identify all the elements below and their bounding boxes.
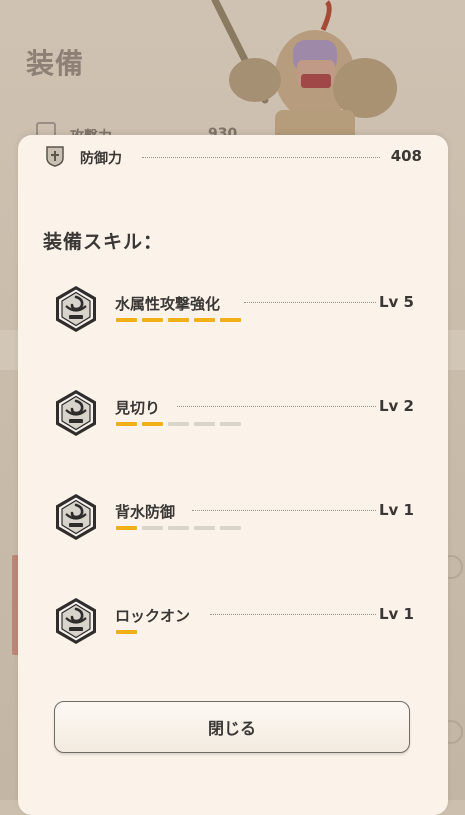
skill-name: 水属性攻撃強化 <box>115 295 221 313</box>
level-segment-filled <box>116 526 137 530</box>
level-segment-filled <box>142 422 163 426</box>
skill-emblem-icon <box>56 598 96 644</box>
skill-level: Lv 2 <box>379 397 414 415</box>
skill-row: 見切り Lv 2 <box>52 389 414 449</box>
level-segment-filled <box>116 318 137 322</box>
level-segment-filled <box>142 318 163 322</box>
level-segment-empty <box>220 526 241 530</box>
skill-level-bar <box>116 318 246 322</box>
skill-name: 見切り <box>115 399 161 417</box>
level-segment-empty <box>142 526 163 530</box>
dotted-leader <box>210 614 376 615</box>
background-title: 装備 <box>26 47 85 80</box>
dotted-leader <box>244 302 376 303</box>
skill-emblem-icon <box>56 286 96 332</box>
level-segment-filled <box>116 630 137 634</box>
skill-name: 背水防御 <box>115 503 176 521</box>
close-button[interactable]: 閉じる <box>54 701 410 753</box>
dotted-leader <box>142 157 380 158</box>
skill-row: 水属性攻撃強化 Lv 5 <box>52 285 414 345</box>
defense-value: 408 <box>390 147 422 165</box>
equipment-skills-modal: 防御力 408 装備スキル： 水属性攻撃強化 Lv 5 見切り Lv 2 背水防… <box>18 135 448 815</box>
level-segment-empty <box>220 422 241 426</box>
level-segment-filled <box>194 318 215 322</box>
skill-level: Lv 1 <box>379 501 414 519</box>
level-segment-empty <box>168 422 189 426</box>
skill-level-bar <box>116 630 246 634</box>
skill-row: ロックオン Lv 1 <box>52 597 414 657</box>
level-segment-filled <box>116 422 137 426</box>
defense-label: 防御力 <box>80 151 122 167</box>
skill-row: 背水防御 Lv 1 <box>52 493 414 553</box>
shield-icon <box>46 146 64 167</box>
level-segment-empty <box>168 526 189 530</box>
skill-level: Lv 5 <box>379 293 414 311</box>
dotted-leader <box>177 406 376 407</box>
skill-level-bar <box>116 422 246 426</box>
level-segment-filled <box>168 318 189 322</box>
skill-level-bar <box>116 526 246 530</box>
skill-emblem-icon <box>56 494 96 540</box>
dotted-leader <box>192 510 376 511</box>
skill-name: ロックオン <box>115 607 191 625</box>
level-segment-empty <box>194 422 215 426</box>
level-segment-empty <box>194 526 215 530</box>
defense-stat-row: 防御力 408 <box>46 145 422 169</box>
level-segment-filled <box>220 318 241 322</box>
skills-heading: 装備スキル： <box>43 231 164 253</box>
skill-level: Lv 1 <box>379 605 414 623</box>
skill-emblem-icon <box>56 390 96 436</box>
